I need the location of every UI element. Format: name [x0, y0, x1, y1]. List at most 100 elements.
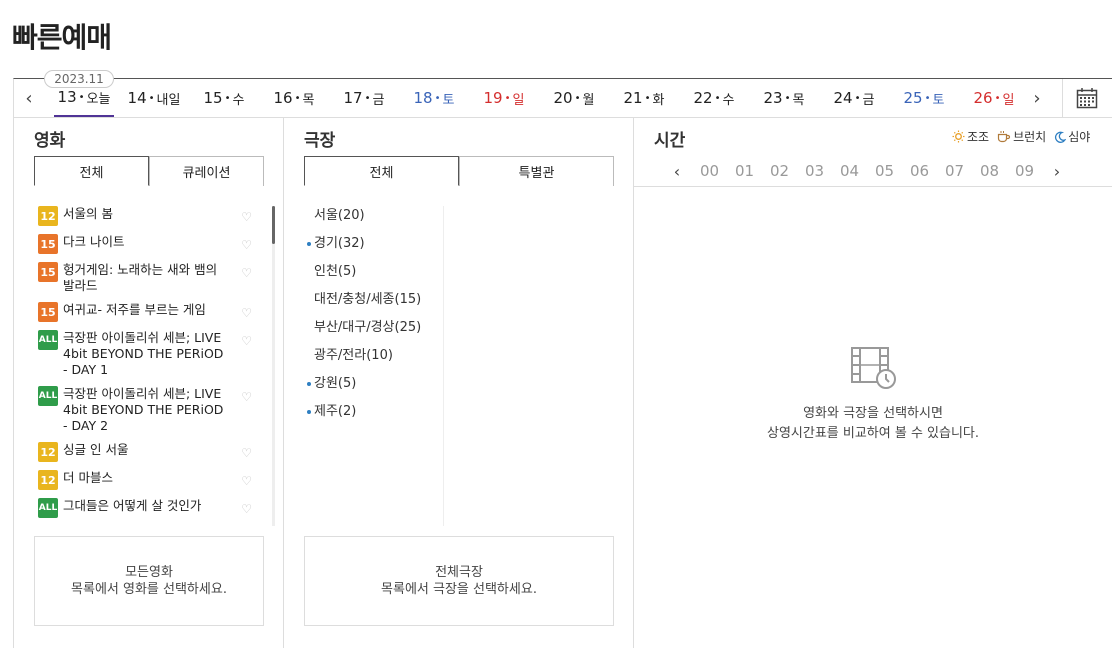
chevron-right-icon: › — [1033, 87, 1041, 109]
hour-prev-button[interactable]: ‹ — [662, 162, 692, 181]
date-day: 17 — [343, 89, 363, 107]
heart-icon[interactable]: ♡ — [241, 390, 252, 404]
heart-icon[interactable]: ♡ — [241, 306, 252, 320]
chevron-right-icon: › — [1053, 161, 1061, 181]
region-item[interactable]: 서울(20) — [304, 206, 443, 234]
date-item[interactable]: 14 • 내일 — [124, 79, 184, 117]
date-weekday: 토 — [932, 92, 945, 108]
filter-brunch[interactable]: 브런치 — [997, 128, 1046, 145]
tab-movie-all[interactable]: 전체 — [34, 156, 149, 186]
coffee-icon — [997, 131, 1011, 143]
hour-item[interactable]: 07 — [937, 162, 972, 180]
theater-panel-title: 극장 — [304, 131, 336, 151]
date-separator-dot: • — [224, 92, 231, 104]
hour-item[interactable]: 01 — [727, 162, 762, 180]
hour-item[interactable]: 00 — [692, 162, 727, 180]
movie-list-item[interactable]: ALL 극장판 아이돌리쉬 세븐; LIVE 4bit BEYOND THE PE… — [38, 330, 262, 378]
heart-icon[interactable]: ♡ — [241, 210, 252, 224]
movie-list-item[interactable]: ALL 그대들은 어떻게 살 것인가 ♡ — [38, 498, 262, 518]
hour-item[interactable]: 05 — [867, 162, 902, 180]
date-weekday: 일 — [512, 92, 525, 108]
heart-icon[interactable]: ♡ — [241, 502, 252, 516]
hour-item[interactable]: 02 — [762, 162, 797, 180]
tab-theater-all[interactable]: 전체 — [304, 156, 459, 186]
filter-night[interactable]: 심야 — [1054, 128, 1090, 145]
empty-schedule-message: 영화와 극장을 선택하시면 상영시간표를 비교하여 볼 수 있습니다. — [634, 404, 1112, 444]
date-separator-dot: • — [294, 92, 301, 104]
movie-list-item[interactable]: 15 여귀교- 저주를 부르는 게임 ♡ — [38, 302, 262, 322]
year-month-label: 2023.11 — [44, 70, 114, 88]
hour-next-button[interactable]: › — [1042, 162, 1072, 181]
region-label: 인천(5) — [314, 264, 357, 279]
new-indicator-dot — [307, 242, 311, 246]
filter-brunch-label: 브런치 — [1013, 130, 1047, 144]
movie-panel-title: 영화 — [34, 131, 66, 151]
date-weekday: 일 — [1002, 92, 1015, 108]
date-item[interactable]: 20 • 월 — [544, 79, 604, 117]
tab-movie-curation[interactable]: 큐레이션 — [149, 156, 264, 186]
date-separator-dot: • — [364, 92, 371, 104]
date-prev-button[interactable]: ‹ — [16, 79, 42, 117]
date-item[interactable]: 26 • 일 — [964, 79, 1024, 117]
theater-hint-text: 목록에서 극장을 선택하세요. — [381, 582, 537, 597]
date-item[interactable]: 17 • 금 — [334, 79, 394, 117]
date-bar: 2023.11 ‹ 13 • 오늘 14 • 내일 15 • 수 16 • 목 17 • 금 18 • 토 19 • 일… — [13, 70, 1112, 118]
movie-list-item[interactable]: 15 다크 나이트 ♡ — [38, 234, 262, 254]
region-item[interactable]: 경기(32) — [304, 234, 443, 262]
movie-hint-text: 목록에서 영화를 선택하세요. — [71, 582, 227, 597]
heart-icon[interactable]: ♡ — [241, 238, 252, 252]
region-item[interactable]: 제주(2) — [304, 402, 443, 430]
date-item[interactable]: 16 • 목 — [264, 79, 324, 117]
movie-list-item[interactable]: 12 싱글 인 서울 ♡ — [38, 442, 262, 462]
date-item[interactable]: 24 • 금 — [824, 79, 884, 117]
divider — [1062, 79, 1063, 117]
region-item[interactable]: 인천(5) — [304, 262, 443, 290]
date-separator-dot: • — [78, 91, 85, 103]
date-weekday: 내일 — [156, 92, 181, 108]
age-rating-badge: ALL — [38, 386, 58, 406]
age-rating-badge: 12 — [38, 470, 58, 490]
movie-title: 싱글 인 서울 — [63, 442, 129, 457]
date-day: 26 — [973, 89, 993, 107]
region-item[interactable]: 광주/전라(10) — [304, 346, 443, 374]
movie-list-item[interactable]: ALL 극장판 아이돌리쉬 세븐; LIVE 4bit BEYOND THE PE… — [38, 386, 262, 434]
movie-list[interactable]: 12 서울의 봄 ♡ 15 다크 나이트 ♡ 15 헝거게임: 노래하는 새와 뱀의 발라드 ♡… — [38, 206, 262, 526]
calendar-button[interactable] — [1076, 87, 1098, 109]
heart-icon[interactable]: ♡ — [241, 474, 252, 488]
date-next-button[interactable]: › — [1024, 79, 1050, 117]
heart-icon[interactable]: ♡ — [241, 334, 252, 348]
hour-item[interactable]: 06 — [902, 162, 937, 180]
date-item[interactable]: 18 • 토 — [404, 79, 464, 117]
date-item[interactable]: 23 • 목 — [754, 79, 814, 117]
heart-icon[interactable]: ♡ — [241, 446, 252, 460]
movie-list-item[interactable]: 15 헝거게임: 노래하는 새와 뱀의 발라드 ♡ — [38, 262, 262, 294]
movie-title: 서울의 봄 — [63, 206, 113, 221]
region-label: 제주(2) — [314, 404, 357, 419]
region-item[interactable]: 부산/대구/경상(25) — [304, 318, 443, 346]
movie-list-item[interactable]: 12 서울의 봄 ♡ — [38, 206, 262, 226]
movie-list-scrollbar[interactable] — [272, 206, 275, 526]
date-separator-dot: • — [854, 92, 861, 104]
empty-message-line1: 영화와 극장을 선택하시면 — [803, 406, 943, 421]
chevron-left-icon: ‹ — [673, 161, 681, 181]
movie-hint-title: 모든영화 — [125, 565, 173, 580]
hour-item[interactable]: 04 — [832, 162, 867, 180]
hour-item[interactable]: 03 — [797, 162, 832, 180]
heart-icon[interactable]: ♡ — [241, 266, 252, 280]
hour-item[interactable]: 08 — [972, 162, 1007, 180]
date-item[interactable]: 19 • 일 — [474, 79, 534, 117]
date-separator-dot: • — [994, 92, 1001, 104]
hour-item[interactable]: 09 — [1007, 162, 1042, 180]
filter-morning[interactable]: 조조 — [952, 128, 989, 145]
tab-theater-special[interactable]: 특별관 — [459, 156, 614, 186]
scroll-thumb[interactable] — [272, 206, 275, 244]
date-item[interactable]: 21 • 화 — [614, 79, 674, 117]
movie-list-item[interactable]: 12 더 마블스 ♡ — [38, 470, 262, 490]
date-day: 21 — [623, 89, 643, 107]
hour-selector: ‹ 00 01 02 03 04 05 06 07 08 09 › — [662, 160, 1072, 182]
date-item[interactable]: 25 • 토 — [894, 79, 954, 117]
region-item[interactable]: 대전/충청/세종(15) — [304, 290, 443, 318]
date-item[interactable]: 22 • 수 — [684, 79, 744, 117]
region-item[interactable]: 강원(5) — [304, 374, 443, 402]
date-item[interactable]: 15 • 수 — [194, 79, 254, 117]
